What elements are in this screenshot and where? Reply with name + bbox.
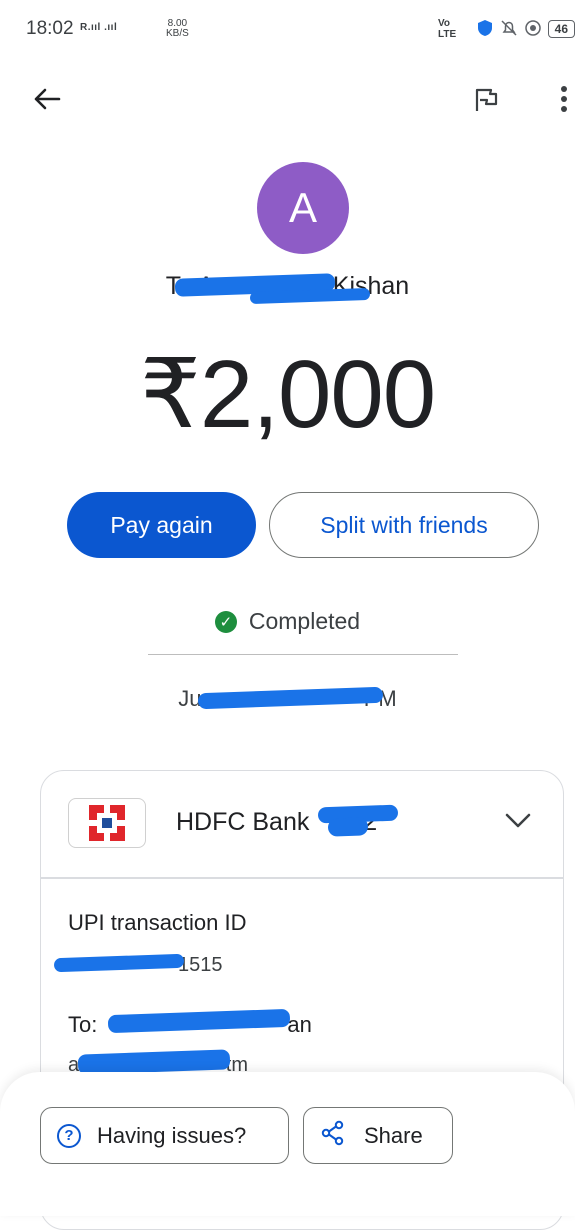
- help-icon: ?: [57, 1123, 81, 1148]
- payment-status: ✓ Completed: [0, 608, 575, 635]
- more-options-icon[interactable]: [556, 84, 572, 114]
- share-label: Share: [364, 1122, 423, 1148]
- status-label: Completed: [248, 608, 361, 634]
- to-suffix: an: [287, 1012, 312, 1037]
- bank-name-label: HDFC Bank: [176, 808, 310, 836]
- volte-label: Vo LTE: [438, 18, 457, 40]
- pay-again-button[interactable]: Pay again: [67, 492, 256, 558]
- status-time: 18:02: [26, 18, 74, 39]
- flag-icon[interactable]: [472, 86, 500, 114]
- divider: [148, 654, 458, 655]
- payment-amount: ₹2,000: [139, 341, 436, 448]
- battery-indicator: 46: [547, 20, 575, 38]
- upi-id-suffix: 1515: [178, 954, 223, 976]
- shield-icon: [476, 19, 494, 40]
- data-saver-icon: [524, 19, 542, 40]
- to-prefix: To:: [68, 1012, 98, 1037]
- chevron-down-icon[interactable]: [503, 806, 533, 836]
- share-icon: [320, 1120, 346, 1152]
- redaction-mark: [327, 817, 369, 837]
- check-circle-icon: ✓: [214, 610, 237, 633]
- card-divider: [41, 877, 563, 879]
- status-icons: Vo LTE 46: [438, 18, 575, 40]
- mute-bell-icon: [500, 19, 518, 40]
- recipient-avatar: A: [257, 162, 349, 254]
- upi-transaction-id-label: UPI transaction ID: [68, 910, 247, 935]
- split-with-friends-button[interactable]: Split with friends: [269, 492, 539, 558]
- share-button[interactable]: Share: [303, 1107, 453, 1164]
- back-arrow-icon[interactable]: [30, 82, 64, 116]
- network-speed: 8.00 KB/S: [166, 19, 189, 39]
- hdfc-bank-logo: [68, 798, 146, 848]
- network-speed-unit: KB/S: [166, 28, 189, 39]
- signal-strength-icon: R.ııl .ııl: [80, 22, 118, 33]
- having-issues-button[interactable]: ? Having issues?: [40, 1107, 289, 1164]
- having-issues-label: Having issues?: [97, 1122, 247, 1148]
